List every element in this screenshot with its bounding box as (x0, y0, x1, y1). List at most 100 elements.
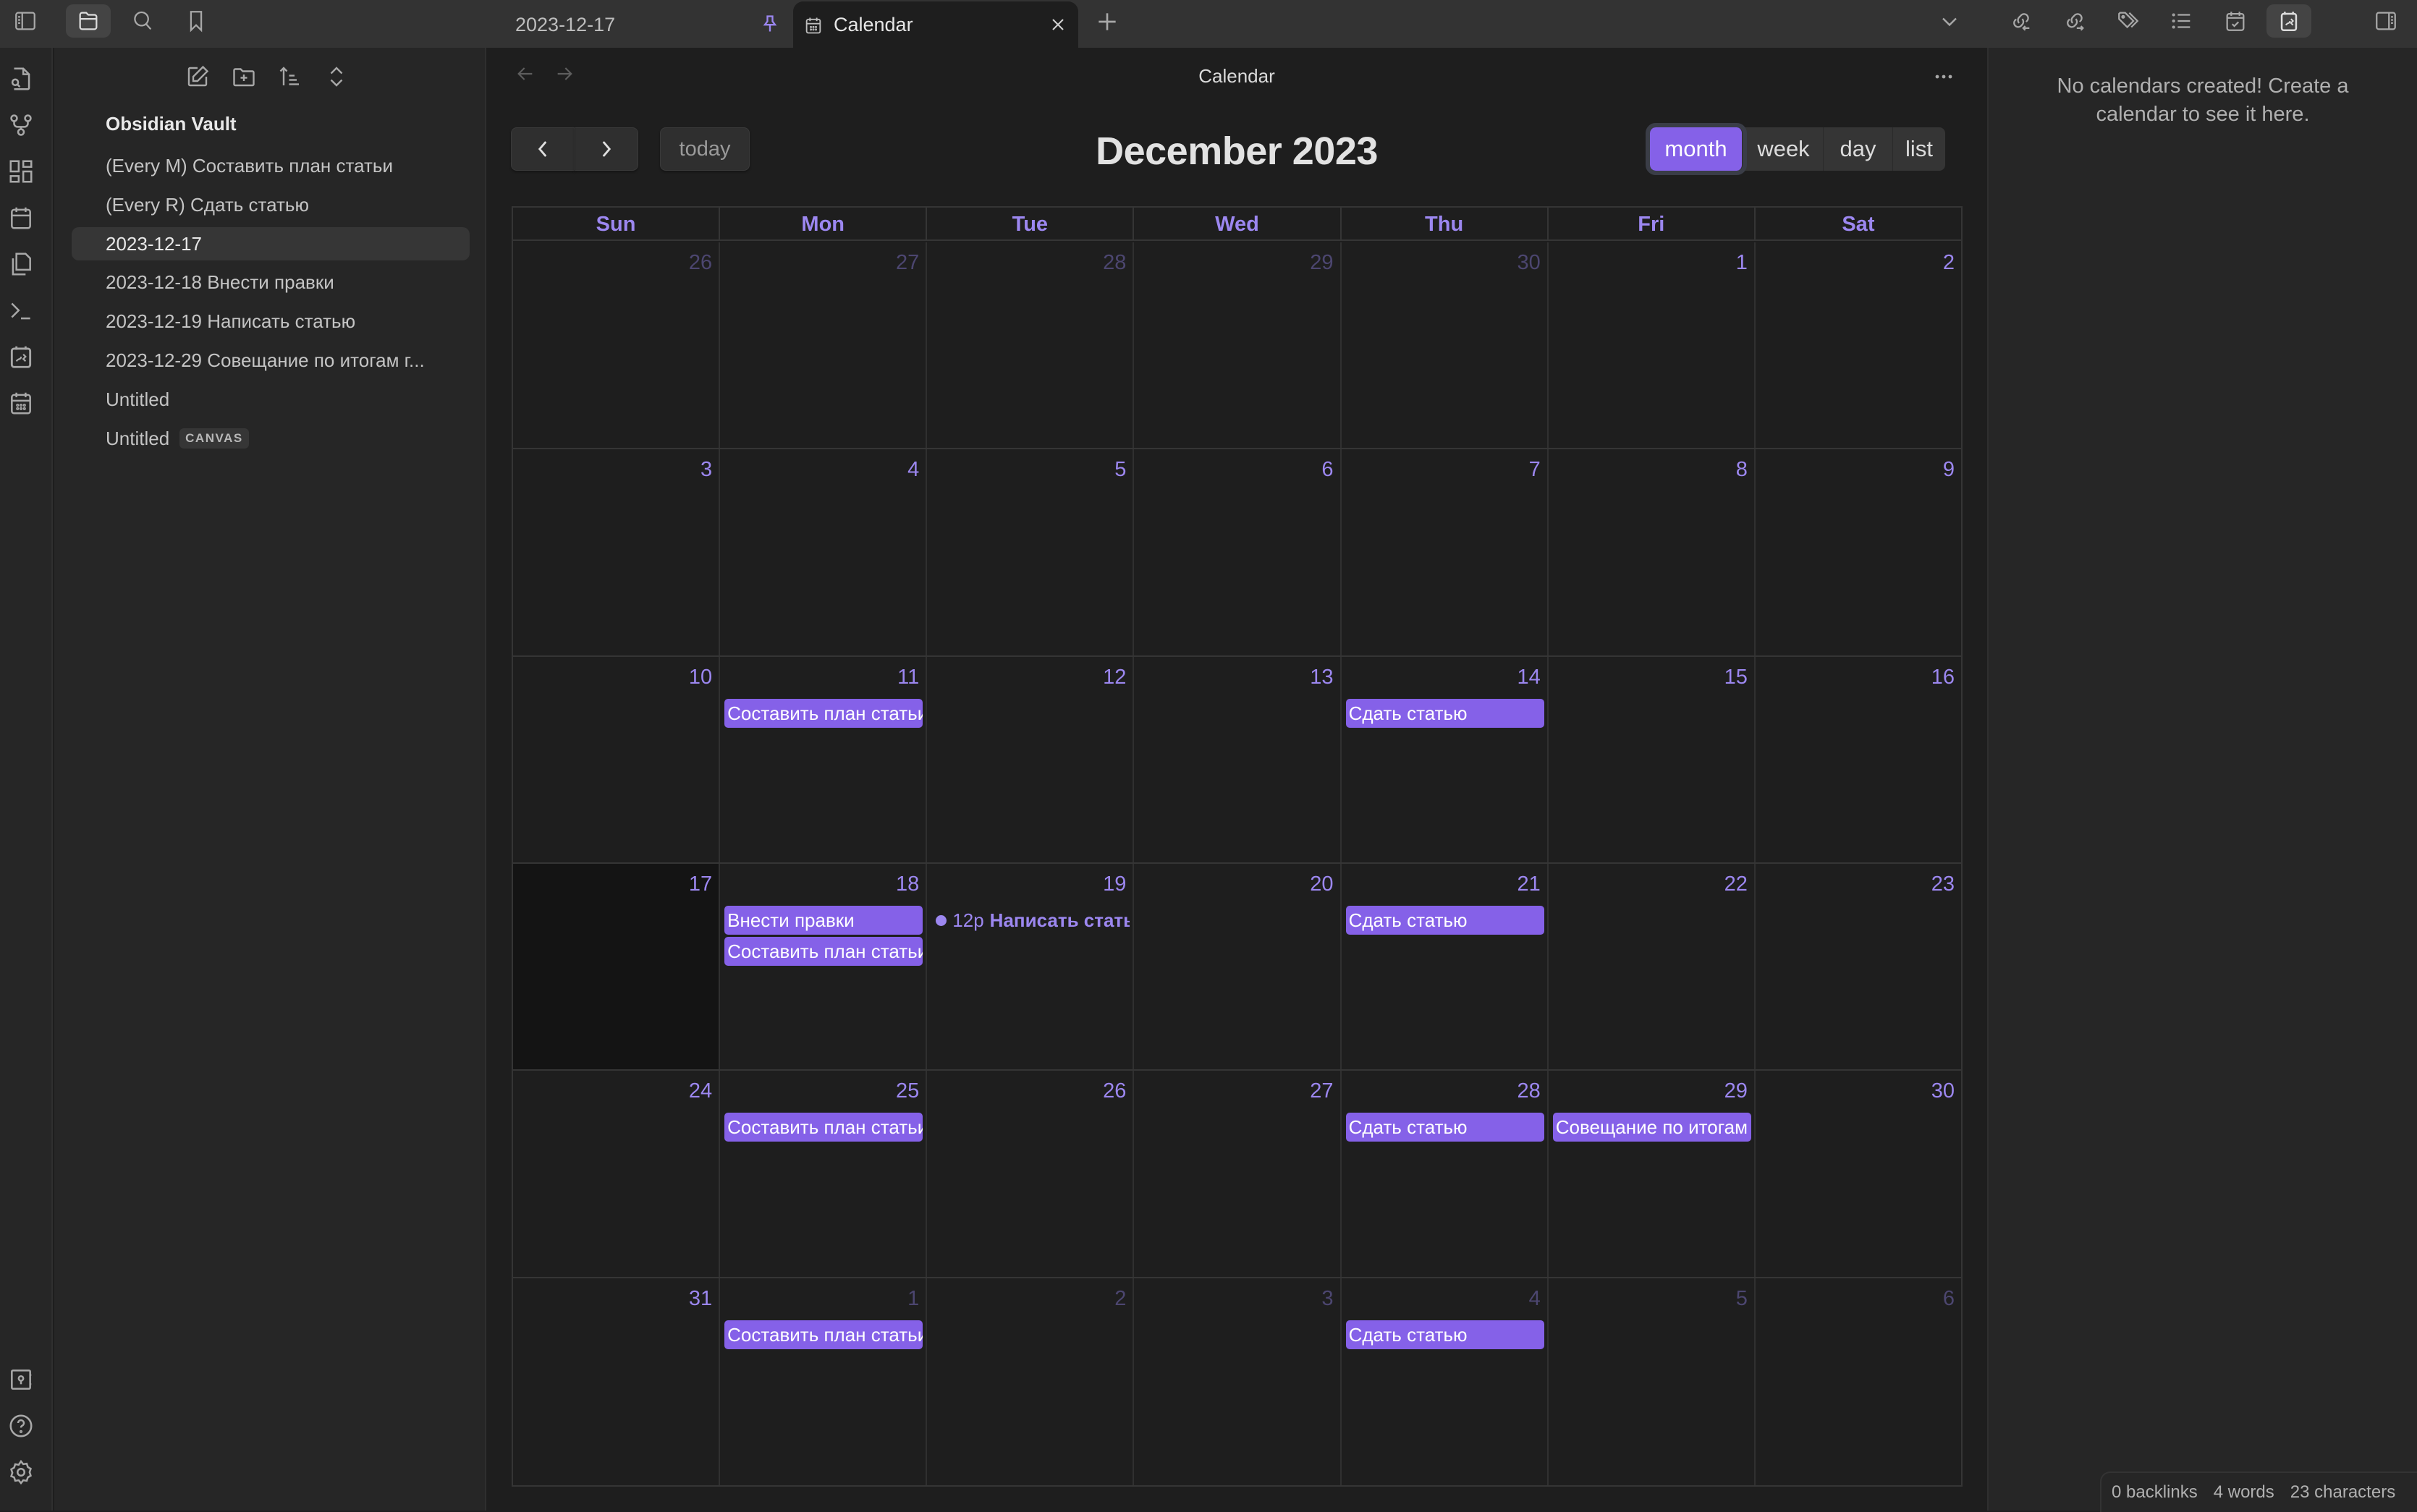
all-day-event[interactable]: Составить план статьи (724, 1320, 923, 1349)
day-cell[interactable]: 12 (927, 656, 1135, 862)
day-cell[interactable]: 27 (720, 242, 928, 449)
settings-icon[interactable] (7, 1458, 36, 1487)
day-number[interactable]: 15 (1724, 666, 1748, 689)
day-number[interactable]: 24 (689, 1079, 712, 1103)
view-week-button[interactable]: week (1744, 127, 1824, 171)
timed-event[interactable]: 12pНаписать статью (931, 906, 1130, 935)
day-number[interactable]: 22 (1724, 872, 1748, 896)
day-cell[interactable]: 29 Совещание по итогам года (1549, 1071, 1756, 1277)
day-cell[interactable]: 21 Сдать статью (1342, 864, 1549, 1070)
file-item[interactable]: (Every M) Составить план статьи (72, 149, 470, 182)
day-cell[interactable]: 26 (927, 1071, 1135, 1277)
day-cell[interactable]: 15 (1549, 656, 1756, 862)
calendar-icon[interactable] (7, 204, 36, 233)
day-number[interactable]: 17 (689, 872, 712, 896)
day-cell[interactable]: 2 (927, 1278, 1135, 1485)
day-cell[interactable]: 30 (1756, 1071, 1961, 1276)
day-number[interactable]: 4 (907, 458, 919, 482)
day-cell[interactable]: 29 (1134, 242, 1342, 449)
day-cell[interactable]: 1 Составить план статьи (720, 1278, 928, 1485)
day-number[interactable]: 28 (1517, 1079, 1540, 1103)
copy-icon[interactable] (7, 250, 36, 279)
file-item[interactable]: Untitled CANVAS (72, 422, 470, 455)
day-cell[interactable]: 20 (1134, 864, 1342, 1070)
new-folder-icon[interactable] (231, 64, 263, 95)
day-number[interactable]: 29 (1724, 1079, 1748, 1103)
all-day-event[interactable]: Составить план статьи (724, 698, 923, 728)
backlinks-count[interactable]: 0 backlinks (2112, 1482, 2198, 1503)
day-number[interactable]: 28 (1103, 251, 1126, 275)
file-item[interactable]: Untitled (72, 383, 470, 416)
day-cell[interactable]: 1 (1549, 242, 1756, 449)
day-number[interactable]: 5 (1114, 458, 1126, 482)
file-search-icon[interactable] (7, 65, 36, 94)
day-number[interactable]: 14 (1517, 666, 1540, 689)
day-number[interactable]: 1 (907, 1287, 919, 1311)
day-number[interactable]: 11 (897, 666, 919, 689)
day-number[interactable]: 1 (1736, 251, 1748, 275)
outline-icon[interactable] (2159, 4, 2204, 38)
day-cell[interactable]: 5 (1549, 1278, 1756, 1485)
view-list-button[interactable]: list (1893, 127, 1945, 171)
all-day-event[interactable]: Внести правки (724, 906, 923, 935)
day-number[interactable]: 9 (1943, 458, 1955, 482)
day-number[interactable]: 27 (896, 251, 919, 275)
day-number[interactable]: 3 (1321, 1287, 1333, 1311)
day-number[interactable]: 29 (1310, 251, 1333, 275)
calendar-check-icon[interactable] (2213, 4, 2258, 38)
day-cell[interactable]: 28 Сдать статью (1342, 1071, 1549, 1277)
day-cell[interactable]: 25 Составить план статьи (720, 1071, 928, 1277)
day-cell[interactable]: 8 (1549, 449, 1756, 655)
day-cell[interactable]: 4 (720, 449, 928, 655)
day-number[interactable]: 20 (1310, 872, 1333, 896)
sidebar-right-toggle-icon[interactable] (2363, 4, 2408, 38)
day-number[interactable]: 4 (1529, 1287, 1541, 1311)
tags-icon[interactable] (2106, 4, 2151, 38)
day-cell[interactable]: 7 (1342, 449, 1549, 655)
all-day-event[interactable]: Сдать статью (1345, 906, 1544, 935)
all-day-event[interactable]: Сдать статью (1345, 698, 1544, 728)
chevron-down-icon[interactable] (1936, 9, 1963, 35)
day-number[interactable]: 2 (1114, 1287, 1126, 1311)
day-number[interactable]: 7 (1529, 458, 1541, 482)
day-cell[interactable]: 2 (1756, 242, 1961, 448)
day-cell[interactable]: 31 (513, 1278, 721, 1485)
tab-calendar[interactable]: Calendar (793, 1, 1078, 48)
all-day-event[interactable]: Совещание по итогам года (1552, 1113, 1751, 1142)
day-cell[interactable]: 18 Внести правки Составить план статьи (720, 864, 928, 1070)
calendar-grid-icon[interactable] (7, 389, 36, 418)
day-cell[interactable]: 30 (1342, 242, 1549, 449)
day-cell[interactable]: 4 Сдать статью (1342, 1278, 1549, 1485)
day-number[interactable]: 13 (1310, 666, 1333, 689)
bookmark-icon[interactable] (174, 4, 219, 38)
day-number[interactable]: 25 (896, 1079, 919, 1103)
day-number[interactable]: 27 (1310, 1079, 1333, 1103)
sort-icon[interactable] (277, 64, 309, 95)
day-number[interactable]: 23 (1931, 872, 1955, 896)
day-number[interactable]: 3 (700, 458, 712, 482)
files-icon[interactable] (66, 4, 111, 38)
all-day-event[interactable]: Составить план статьи (724, 937, 923, 966)
day-cell[interactable]: 22 (1549, 864, 1756, 1070)
day-cell[interactable]: 3 (1134, 1278, 1342, 1485)
day-cell[interactable]: 24 (513, 1071, 721, 1277)
full-calendar-icon[interactable] (7, 343, 36, 372)
day-cell[interactable]: 3 (513, 449, 721, 655)
day-cell[interactable]: 13 (1134, 656, 1342, 862)
full-calendar-icon[interactable] (2266, 4, 2311, 38)
collapse-expand-icon[interactable] (323, 64, 355, 95)
day-cell[interactable]: 23 (1756, 864, 1961, 1069)
day-cell-today[interactable]: 17 (513, 864, 721, 1070)
view-day-button[interactable]: day (1824, 127, 1893, 171)
day-cell[interactable]: 6 (1756, 1278, 1961, 1485)
day-number[interactable]: 10 (689, 666, 712, 689)
vault-name[interactable]: Obsidian Vault (106, 113, 237, 135)
day-number[interactable]: 18 (896, 872, 919, 896)
file-item[interactable]: 2023-12-19 Написать статью (72, 305, 470, 338)
vault-icon[interactable] (7, 1366, 36, 1395)
day-number[interactable]: 2 (1943, 251, 1955, 275)
close-icon[interactable] (1048, 14, 1068, 35)
view-month-button[interactable]: month (1646, 123, 1747, 175)
day-cell[interactable]: 19 12pНаписать статью (927, 864, 1135, 1070)
new-tab-plus-icon[interactable] (1093, 7, 1122, 36)
